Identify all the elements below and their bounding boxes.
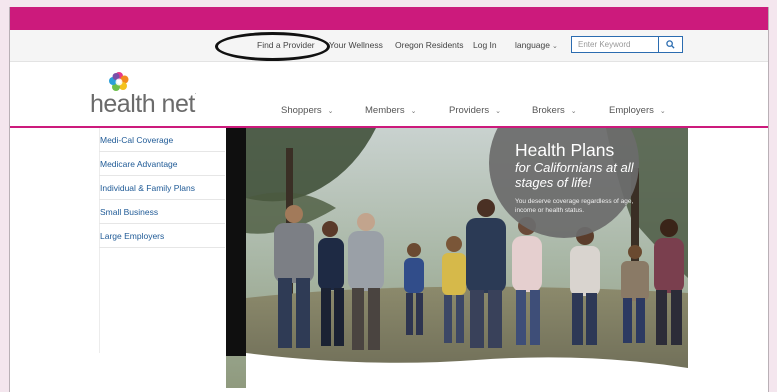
hero-subtitle: for Californians at all stages of life! [515, 160, 634, 190]
language-selector[interactable]: language ⌄ [515, 40, 558, 50]
chevron-down-icon: ⌄ [551, 43, 558, 50]
nav-providers[interactable]: Providers ⌄ [449, 105, 501, 116]
search-button[interactable] [658, 37, 682, 52]
sidebar-item-medi-cal[interactable]: Medi-Cal Coverage [99, 128, 225, 152]
sidebar-item-medicare-advantage[interactable]: Medicare Advantage [99, 152, 225, 176]
nav-shoppers[interactable]: Shoppers ⌄ [281, 105, 334, 116]
utility-bar: Find a Provider Your Wellness Oregon Res… [10, 30, 768, 62]
nav-members[interactable]: Members ⌄ [365, 105, 416, 116]
browser-viewport: Find a Provider Your Wellness Oregon Res… [9, 7, 769, 392]
logo-text: health net. [90, 90, 197, 118]
chevron-down-icon: ⌄ [659, 108, 666, 115]
search-input[interactable] [572, 37, 658, 52]
content-area: Medi-Cal Coverage Medicare Advantage Ind… [10, 128, 768, 392]
chevron-down-icon: ⌄ [495, 108, 501, 115]
brand-color-bar [10, 7, 768, 30]
chevron-down-icon: ⌄ [410, 108, 417, 115]
search-icon [666, 40, 675, 49]
health-net-logo[interactable]: health net. [90, 68, 210, 120]
hero-description: You deserve coverage regardless of age, … [515, 198, 634, 214]
sidebar-item-individual-family[interactable]: Individual & Family Plans [99, 176, 225, 200]
search-box [571, 36, 683, 53]
chevron-down-icon: ⌄ [570, 108, 577, 115]
sidebar-item-large-employers[interactable]: Large Employers [99, 224, 225, 248]
nav-brokers[interactable]: Brokers ⌄ [532, 105, 577, 116]
hero-banner: Health Plans for Californians at all sta… [226, 128, 688, 388]
chevron-down-icon: ⌄ [327, 108, 334, 115]
sidebar-menu: Medi-Cal Coverage Medicare Advantage Ind… [99, 128, 225, 248]
log-in-link[interactable]: Log In [473, 40, 497, 50]
your-wellness-link[interactable]: Your Wellness [329, 40, 383, 50]
oregon-residents-link[interactable]: Oregon Residents [395, 40, 464, 50]
page-frame: Find a Provider Your Wellness Oregon Res… [0, 0, 777, 392]
find-a-provider-link[interactable]: Find a Provider [257, 40, 315, 50]
nav-employers[interactable]: Employers ⌄ [609, 105, 666, 116]
main-navigation: health net. Shoppers ⌄ Members ⌄ Providers… [10, 62, 768, 128]
language-label: language [515, 40, 550, 50]
hero-title: Health Plans [515, 140, 615, 160]
sidebar-item-small-business[interactable]: Small Business [99, 200, 225, 224]
